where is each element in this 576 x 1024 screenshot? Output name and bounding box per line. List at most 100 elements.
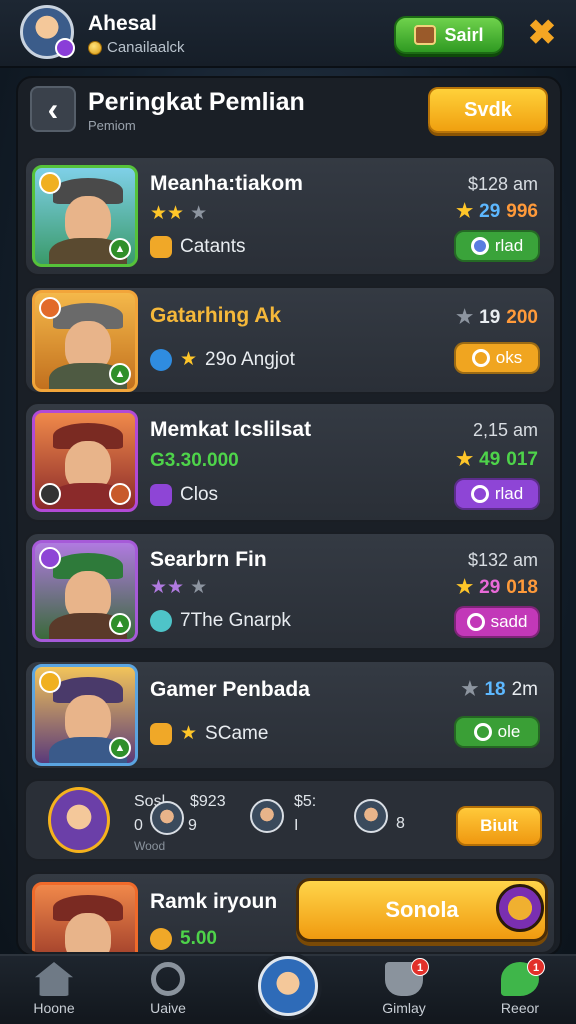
score-secondary: 2m: [511, 678, 538, 700]
back-button[interactable]: ‹: [30, 86, 76, 132]
nav-item-live[interactable]: Uaive: [120, 962, 216, 1016]
target-icon: [151, 962, 185, 996]
close-icon[interactable]: ✖: [524, 15, 560, 51]
card-action-button[interactable]: sadd: [454, 606, 540, 638]
wallet-icon: [414, 25, 437, 45]
card-action-button[interactable]: rlad: [454, 478, 540, 510]
card-score: ★ 19 200: [456, 306, 538, 329]
friend-text: 9: [188, 817, 197, 834]
target-icon: [470, 237, 489, 255]
coin-icon: [88, 40, 102, 55]
leaderboard-card[interactable]: ▲ Meanha:tiakom ★★ ★ Catants $128 am ★ 29…: [24, 156, 556, 276]
card-tag-text: Catants: [180, 236, 246, 257]
card-tag: ★ SCame: [150, 722, 268, 745]
gold-gem-icon: [150, 722, 172, 745]
player-thumbnail: [32, 410, 138, 512]
crown-badge-icon: [39, 671, 61, 693]
friend-avatar[interactable]: [48, 787, 110, 853]
card-title: Ramk iryoun: [150, 890, 278, 913]
card-tag-text: Clos: [180, 484, 219, 505]
card-action-button[interactable]: oks: [454, 342, 540, 374]
player-name: Ahesal: [88, 12, 157, 35]
score-secondary: 996: [506, 200, 538, 222]
coin-icon: [150, 928, 172, 950]
nav-item-gameplay[interactable]: 1 Gimlay: [356, 958, 452, 1016]
target-icon: [466, 613, 485, 631]
star-icon: ★: [456, 307, 474, 328]
ticket-icon: [496, 884, 544, 932]
card-score: ★ 29 018: [456, 576, 538, 599]
player-avatar[interactable]: [20, 5, 75, 59]
score-secondary: 017: [506, 448, 538, 470]
player-thumbnail: ▲: [32, 540, 138, 642]
friend-mini-avatar[interactable]: [354, 799, 388, 833]
check-badge-icon: [39, 547, 61, 569]
coin-badge-icon: [39, 172, 61, 194]
nav-item-home[interactable]: Hoone: [6, 962, 102, 1016]
card-tag-text: SCame: [205, 722, 269, 744]
balance-button[interactable]: Sairl: [394, 16, 504, 54]
score-primary: 18: [484, 678, 506, 700]
nav-label: Uaive: [150, 1000, 186, 1016]
score-primary: 49: [479, 448, 501, 470]
card-title: Gamer Penbada: [150, 678, 310, 701]
star-rating: ★★ ★: [150, 203, 208, 224]
card-meta: $128 am: [467, 174, 538, 194]
rank-badge-icon: [109, 483, 131, 505]
notification-badge: 1: [527, 958, 545, 976]
gold-gem-icon: [150, 236, 172, 258]
score-primary: 19: [479, 306, 501, 328]
star-rating: ★★ ★: [150, 577, 208, 598]
star-icon: ★: [461, 679, 479, 700]
star-icon: ★: [456, 201, 474, 222]
leaderboard-card[interactable]: ▲ Searbrn Fin ★★ ★ 7The Gnarpk $132 am ★ …: [24, 532, 556, 650]
trophy-icon: 1: [385, 958, 429, 996]
friend-text: 8: [396, 815, 405, 832]
card-meta: 2,15 am: [472, 420, 538, 440]
card-score: ★ 29 996: [456, 200, 538, 223]
card-title: Meanha:tiakom: [150, 172, 303, 195]
card-score: ★ 18 2m: [461, 678, 538, 701]
blue-gem-icon: [150, 348, 172, 371]
build-button[interactable]: Biult: [456, 806, 542, 846]
star-icon: ★: [456, 449, 474, 470]
card-action-label: rlad: [494, 236, 524, 255]
nav-item-records[interactable]: 1 Reeor: [472, 958, 568, 1016]
level-badge-icon: [55, 38, 75, 58]
leaderboard-card[interactable]: ▲ Gatarhing Ak ★ 29o Angjot ★ 19 200 oks: [24, 286, 556, 394]
rank-up-icon: ▲: [109, 737, 131, 759]
star-icon: ★: [180, 723, 198, 744]
card-tag-text: 7The Gnarpk: [180, 610, 291, 631]
friend-text: 0: [134, 817, 143, 834]
target-icon: [473, 723, 492, 741]
player-subtitle-text: Canailaalck: [107, 39, 185, 56]
rank-up-icon: ▲: [109, 363, 131, 385]
player-thumbnail: [32, 882, 138, 952]
friend-mini-avatar[interactable]: [150, 801, 184, 835]
friend-text: I: [294, 817, 299, 834]
card-action-label: oks: [495, 348, 523, 367]
score-primary: 29: [479, 576, 501, 598]
notification-badge: 1: [411, 958, 429, 976]
home-icon: [35, 962, 73, 996]
profile-nav-button[interactable]: [258, 956, 318, 1016]
leaderboard-card[interactable]: Memkat lcslilsat G3.30.000 Clos 2,15 am …: [24, 402, 556, 522]
score-secondary: 018: [506, 576, 538, 598]
player-thumbnail: ▲: [32, 664, 138, 766]
card-tag: Clos: [150, 484, 218, 506]
card-tag-text: 29o Angjot: [205, 348, 295, 370]
star-icon: ★: [180, 349, 198, 370]
card-money: G3.30.000: [150, 450, 239, 471]
rank-up-icon: ▲: [109, 238, 131, 260]
friend-mini-avatar[interactable]: [250, 799, 284, 833]
score-secondary: 200: [506, 306, 538, 328]
card-action-button[interactable]: ole: [454, 716, 540, 748]
leaderboard-card[interactable]: ▲ Gamer Penbada ★ SCame ★ 18 2m ole: [24, 660, 556, 770]
nav-label: Reeor: [500, 1000, 540, 1016]
friend-text: $5:: [294, 793, 317, 810]
card-action-button[interactable]: rlad: [454, 230, 540, 262]
card-tag: 7The Gnarpk: [150, 610, 291, 632]
card-tag: ★ 29o Angjot: [150, 348, 295, 371]
teal-gem-icon: [150, 610, 172, 632]
sort-button[interactable]: Svdk: [428, 87, 548, 133]
